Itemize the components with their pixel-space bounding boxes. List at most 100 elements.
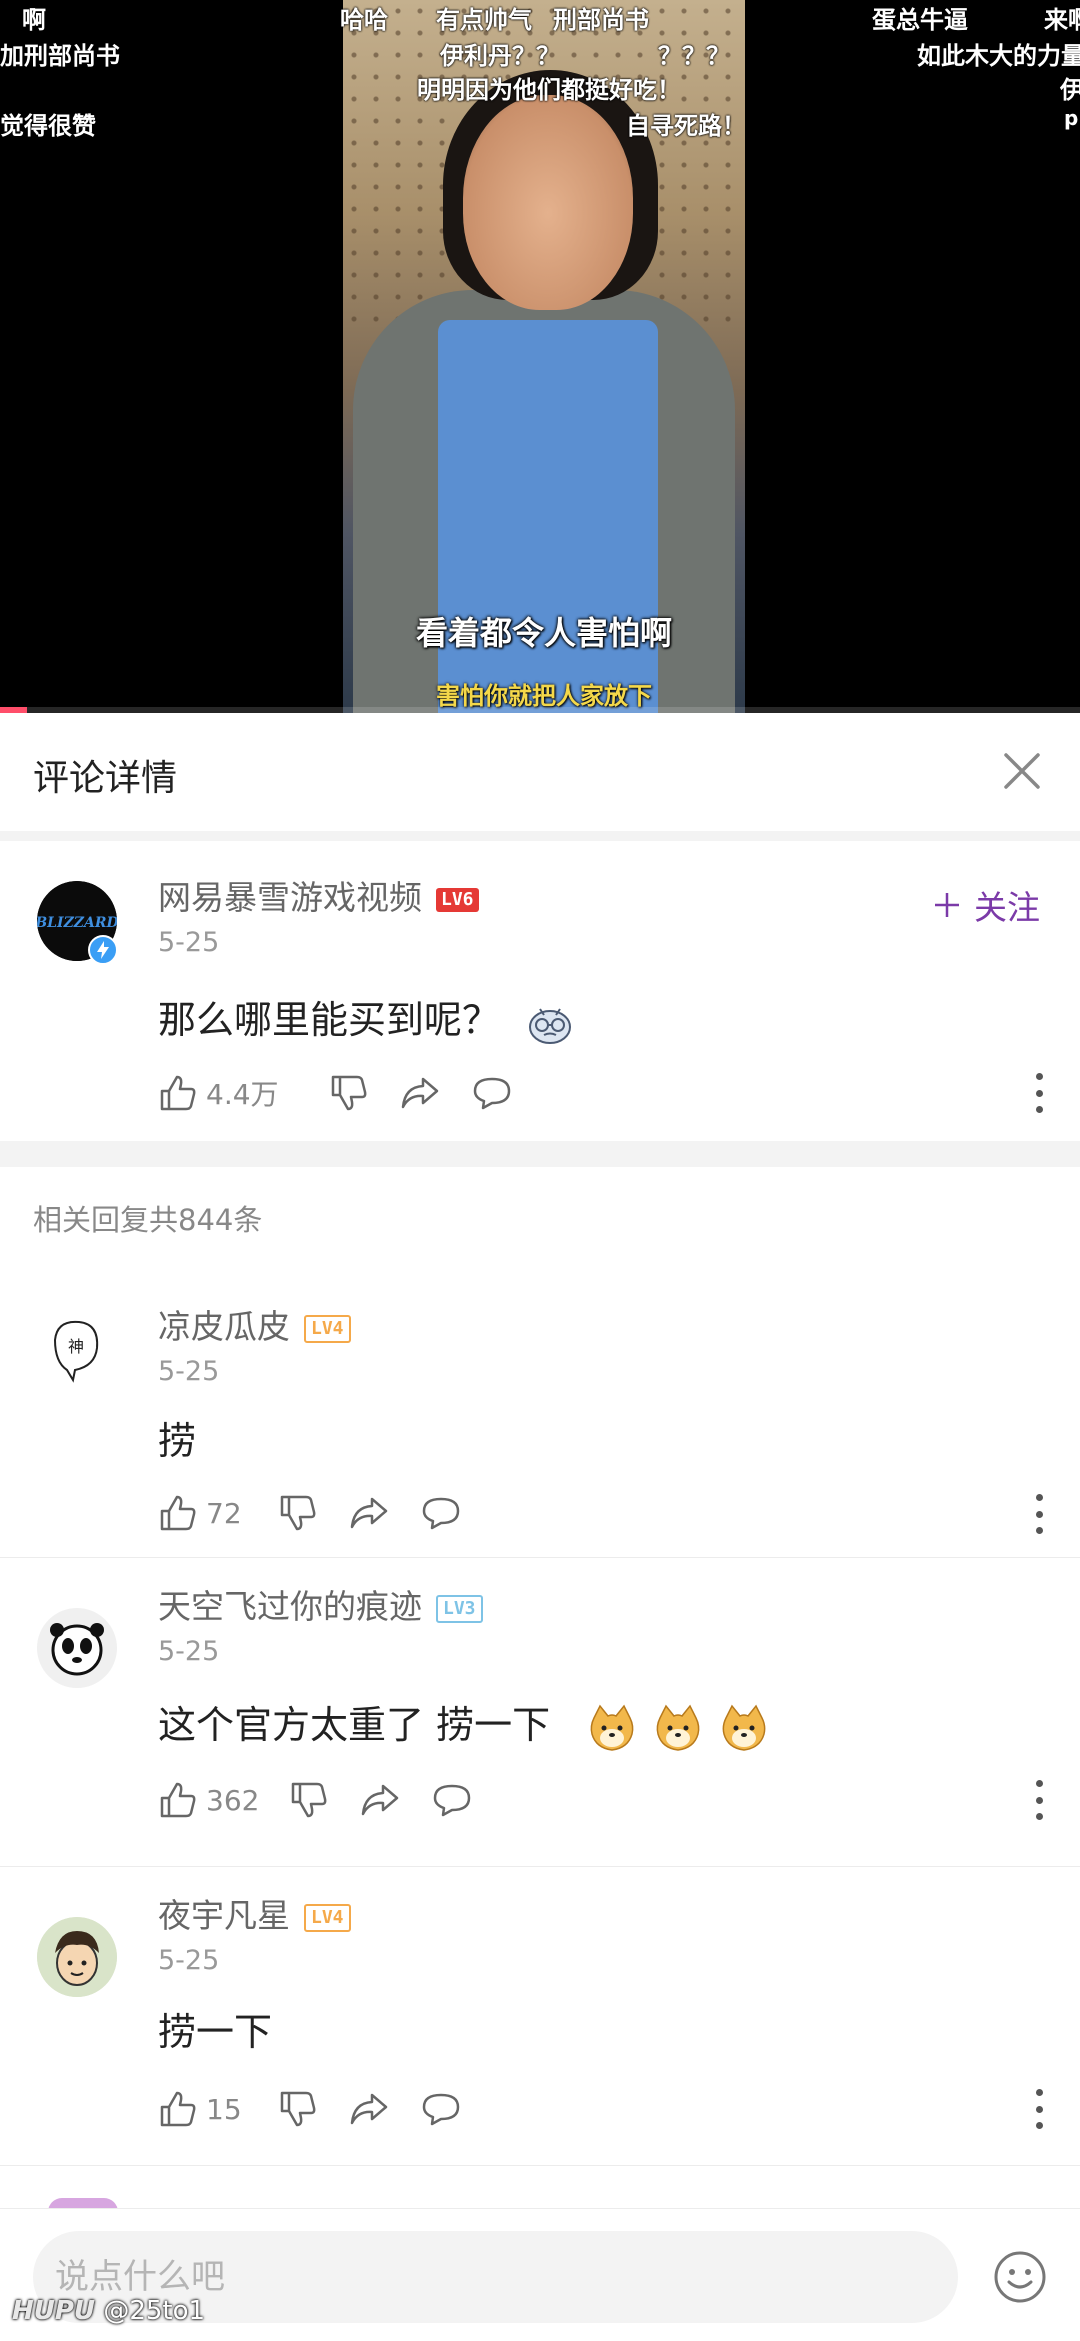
verified-badge-icon bbox=[88, 935, 118, 965]
thumbs-down-icon bbox=[292, 1782, 327, 1818]
more-options-button[interactable] bbox=[1032, 1073, 1046, 1113]
comment-actions: 72 bbox=[158, 1488, 492, 1538]
avatar-glyph: 神 bbox=[68, 1337, 84, 1356]
follow-label: 关注 bbox=[974, 888, 1040, 927]
danmaku-item: 觉得很赞 bbox=[0, 112, 96, 140]
svg-text:BLIZZARD: BLIZZARD bbox=[37, 915, 117, 931]
like-button[interactable]: 72 bbox=[158, 1493, 242, 1533]
share-button[interactable] bbox=[348, 2089, 390, 2129]
dislike-button[interactable] bbox=[278, 1493, 318, 1533]
thumbs-down-icon bbox=[331, 1075, 366, 1111]
watermark-brand: HUPU bbox=[12, 2296, 96, 2326]
comment-detail-header: 评论详情 bbox=[0, 713, 1080, 832]
like-count: 362 bbox=[206, 1783, 260, 1817]
like-count: 72 bbox=[206, 1496, 242, 1530]
level-badge: LV4 bbox=[304, 1903, 351, 1932]
comment-actions: 15 bbox=[158, 2084, 492, 2134]
comment-text-content: 这个官方太重了 捞一下 bbox=[158, 1703, 551, 1747]
reply-item: 夜宇凡星 LV4 5-25 捞一下 15 bbox=[0, 1867, 1080, 2167]
share-arrow-icon bbox=[401, 1077, 438, 1109]
dislike-button[interactable] bbox=[278, 2089, 318, 2129]
comment-author[interactable]: 凉皮瓜皮 LV4 bbox=[158, 1300, 351, 1348]
comment-text: 这个官方太重了 捞一下 bbox=[158, 1694, 768, 1752]
more-options-button[interactable] bbox=[1032, 1780, 1046, 1820]
share-button[interactable] bbox=[399, 1073, 441, 1113]
share-arrow-icon bbox=[350, 2093, 387, 2125]
danmaku-item: 啊 bbox=[22, 6, 46, 34]
reply-button[interactable] bbox=[420, 1493, 462, 1533]
author-name: 网易暴雪游戏视频 bbox=[158, 878, 422, 917]
like-count: 15 bbox=[206, 2092, 242, 2126]
avatar[interactable] bbox=[37, 1917, 117, 1997]
comment-author[interactable]: 网易暴雪游戏视频 LV6 bbox=[158, 871, 479, 919]
reply-button[interactable] bbox=[431, 1780, 473, 1820]
danmaku-item: 加刑部尚书 bbox=[0, 42, 120, 70]
share-button[interactable] bbox=[359, 1780, 401, 1820]
comment-date: 5-25 bbox=[158, 1356, 220, 1387]
share-button[interactable] bbox=[348, 1493, 390, 1533]
comment-author[interactable]: 夜宇凡星 LV4 bbox=[158, 1889, 351, 1937]
like-button[interactable]: 4.4万 bbox=[158, 1073, 279, 1113]
doge-emoji-icon bbox=[722, 1704, 766, 1751]
level-badge: LV4 bbox=[304, 1314, 351, 1343]
share-arrow-icon bbox=[362, 1784, 399, 1816]
page-title: 评论详情 bbox=[33, 758, 178, 799]
reply-item: 神 凉皮瓜皮 LV4 5-25 捞 72 bbox=[0, 1270, 1080, 1555]
comment-text: 捞一下 bbox=[158, 2010, 273, 2054]
smiley-icon bbox=[994, 2251, 1046, 2303]
reply-item: 天空飞过你的痕迹 LV3 5-25 这个官方太重了 捞一下 362 bbox=[0, 1558, 1080, 1866]
reply-separator bbox=[0, 2165, 1080, 2166]
dislike-button[interactable] bbox=[329, 1073, 369, 1113]
comment-date: 5-25 bbox=[158, 1945, 220, 1976]
watermark-handle: @25to1 bbox=[103, 2296, 206, 2326]
avatar[interactable] bbox=[37, 1608, 117, 1688]
reply-button[interactable] bbox=[420, 2089, 462, 2129]
thumbs-down-icon bbox=[280, 1495, 316, 1531]
comment-author[interactable]: 天空飞过你的痕迹 LV3 bbox=[158, 1580, 483, 1628]
doge-emoji-icon bbox=[590, 1704, 634, 1751]
comment-date: 5-25 bbox=[158, 1636, 220, 1667]
panda-avatar-icon bbox=[37, 1608, 117, 1688]
section-divider bbox=[0, 1141, 1080, 1167]
comment-text: 那么哪里能买到呢？ bbox=[158, 989, 574, 1047]
like-button[interactable]: 362 bbox=[158, 1780, 259, 1820]
level-badge: LV3 bbox=[436, 1594, 483, 1623]
doge-emoji-icon bbox=[656, 1704, 700, 1751]
thumbs-up-icon bbox=[160, 1075, 196, 1111]
chat-bubble-icon bbox=[434, 1784, 471, 1817]
comment-text-content: 那么哪里能买到呢？ bbox=[158, 998, 501, 1042]
section-divider bbox=[0, 831, 1080, 841]
author-name: 凉皮瓜皮 bbox=[158, 1307, 290, 1346]
danmaku-item: 来啊 bbox=[1044, 6, 1080, 34]
video-subtitle-sub: 害怕你就把人家放下 bbox=[436, 682, 652, 710]
reply-button[interactable] bbox=[471, 1073, 513, 1113]
person-overalls bbox=[438, 320, 658, 713]
danmaku-item: 哈哈 bbox=[340, 6, 388, 34]
thumbs-up-icon bbox=[160, 1495, 196, 1531]
emoji-button[interactable] bbox=[990, 2247, 1050, 2307]
author-name: 夜宇凡星 bbox=[158, 1896, 290, 1935]
dislike-button[interactable] bbox=[289, 1780, 329, 1820]
danmaku-item: ？？？ bbox=[658, 42, 730, 70]
thumbs-up-icon bbox=[160, 1782, 196, 1818]
chat-bubble-icon bbox=[422, 1497, 459, 1530]
level-badge: LV6 bbox=[436, 887, 479, 912]
like-button[interactable]: 15 bbox=[158, 2089, 242, 2129]
chat-bubble-icon bbox=[422, 2093, 459, 2126]
danmaku-item: 伊 bbox=[1060, 76, 1080, 104]
glasses-face-emoji-icon bbox=[529, 1007, 572, 1044]
more-options-button[interactable] bbox=[1032, 1494, 1046, 1534]
close-button[interactable] bbox=[992, 741, 1052, 801]
comment-date: 5-25 bbox=[158, 927, 220, 958]
author-name: 天空飞过你的痕迹 bbox=[158, 1587, 422, 1626]
comment-actions: 362 bbox=[158, 1775, 503, 1825]
danmaku-item: 有点帅气 bbox=[436, 6, 532, 34]
cartoon-boy-avatar-icon bbox=[37, 1917, 117, 1997]
follow-button[interactable]: 关注 bbox=[932, 881, 1040, 929]
person-face bbox=[463, 95, 633, 310]
avatar[interactable]: 神 bbox=[37, 1310, 117, 1390]
video-player[interactable]: 看着都令人害怕啊 害怕你就把人家放下 啊 哈哈 有点帅气 刑部尚书 蛋总牛逼 来… bbox=[0, 0, 1080, 713]
more-options-button[interactable] bbox=[1032, 2089, 1046, 2129]
watermark: HUPU @25to1 bbox=[12, 2296, 205, 2326]
comment-actions: 4.4万 bbox=[158, 1068, 543, 1118]
